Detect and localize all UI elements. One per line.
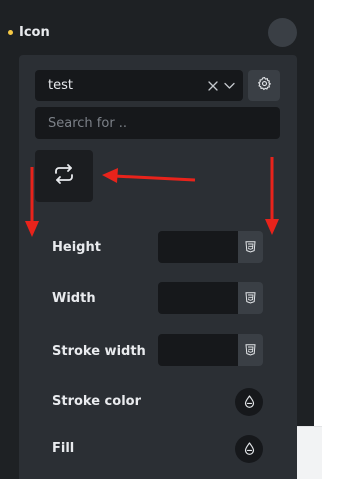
control-header: Icon (8, 20, 50, 44)
stroke-color-label: Stroke color (52, 394, 141, 409)
screen: Icon test Search for .. Height Width Str… (0, 0, 364, 479)
css3-icon (245, 238, 256, 257)
stroke-color-picker-button[interactable] (235, 388, 263, 416)
height-input-group (158, 231, 263, 263)
css3-icon (245, 289, 256, 308)
stroke-width-input[interactable] (158, 334, 238, 366)
icon-settings-popover: test Search for .. Height Width Stroke w… (19, 55, 297, 479)
chevron-down-icon[interactable] (224, 82, 235, 90)
width-label: Width (52, 291, 96, 306)
stroke-width-label: Stroke width (52, 344, 146, 359)
droplet-icon (244, 440, 255, 459)
icon-settings-button[interactable] (248, 70, 280, 101)
height-unit-button[interactable] (238, 231, 263, 263)
width-input-group (158, 282, 263, 314)
stroke-width-unit-button[interactable] (238, 334, 263, 366)
repeat-icon (52, 162, 76, 190)
modified-indicator-dot (8, 29, 13, 35)
icon-toggle-button[interactable] (268, 18, 297, 47)
icon-select[interactable]: test (35, 70, 243, 101)
height-label: Height (52, 240, 101, 255)
icon-search-input[interactable] (35, 107, 280, 139)
control-label: Icon (19, 24, 50, 40)
css3-icon (245, 341, 256, 360)
gear-icon (257, 76, 272, 95)
height-input[interactable] (158, 231, 238, 263)
close-icon[interactable] (208, 80, 218, 91)
icon-preview-box[interactable] (35, 150, 93, 202)
select-actions (208, 80, 235, 91)
fill-color-picker-button[interactable] (235, 435, 263, 463)
width-input[interactable] (158, 282, 238, 314)
page-background-strip (296, 426, 322, 479)
width-unit-button[interactable] (238, 282, 263, 314)
icon-select-value: test (48, 78, 73, 93)
droplet-icon (244, 393, 255, 412)
stroke-width-input-group (158, 334, 263, 366)
fill-label: Fill (52, 441, 75, 456)
